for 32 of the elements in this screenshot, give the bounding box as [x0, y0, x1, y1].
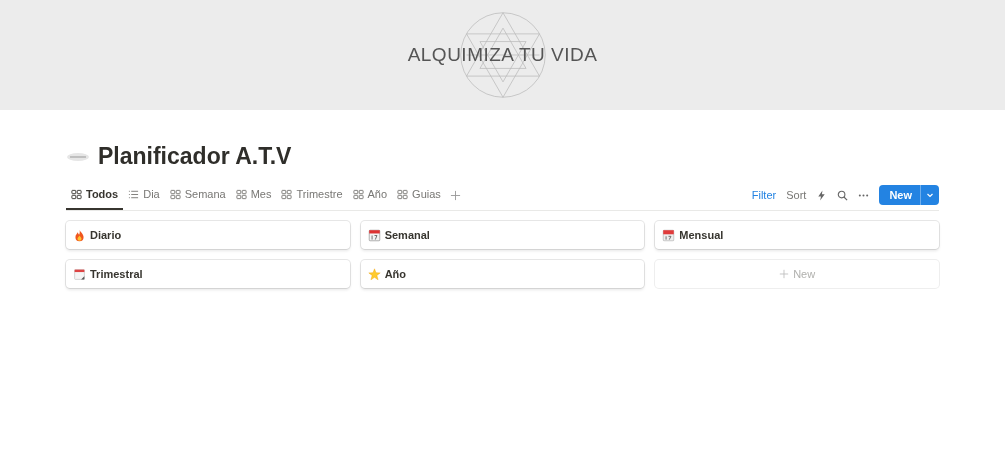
view-tab[interactable]: Trimestre: [276, 180, 348, 210]
list-icon: [128, 188, 140, 200]
gallery-card[interactable]: Mensual: [655, 221, 939, 249]
gallery-icon: [352, 188, 364, 200]
gallery-card[interactable]: Trimestral: [66, 260, 350, 288]
view-tab[interactable]: Semana: [164, 180, 231, 210]
gallery-icon: [235, 188, 247, 200]
view-tab[interactable]: Guias: [392, 180, 446, 210]
gallery-icon: [281, 188, 293, 200]
tear-off-calendar-icon: [73, 267, 86, 281]
filter-button[interactable]: Filter: [751, 189, 777, 201]
view-tab[interactable]: Todos: [66, 180, 124, 210]
search-icon[interactable]: [837, 189, 849, 201]
cover-title: ALQUIMIZA TU VIDA: [407, 44, 598, 66]
calendar-icon: [367, 228, 381, 242]
glowing-star-icon: [367, 267, 381, 281]
view-tab[interactable]: Mes: [230, 180, 277, 210]
gallery-icon: [169, 188, 181, 200]
view-tab[interactable]: Dia: [123, 180, 165, 210]
sort-button[interactable]: Sort: [786, 189, 807, 201]
add-view-icon[interactable]: [449, 189, 461, 201]
new-button[interactable]: New: [879, 185, 939, 205]
gallery-icon: [71, 188, 82, 200]
calendar-icon: [662, 228, 676, 242]
gallery-card[interactable]: Año: [360, 260, 645, 288]
plus-icon: [779, 269, 790, 279]
gallery-card[interactable]: Diario: [66, 221, 350, 249]
page-title: Planificador A.T.V: [98, 143, 292, 170]
gallery-card[interactable]: Semanal: [360, 221, 645, 249]
gallery-icon: [397, 188, 409, 200]
view-tab[interactable]: Año: [347, 180, 393, 210]
page-icon: [66, 150, 90, 163]
